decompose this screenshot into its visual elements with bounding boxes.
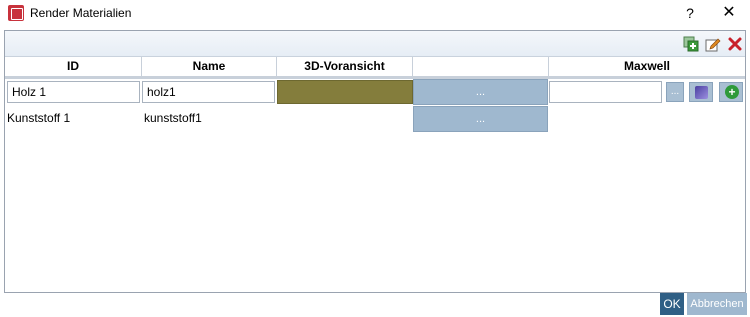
cancel-button[interactable]: Abbrechen	[687, 293, 747, 315]
close-button[interactable]: ✕	[716, 2, 742, 24]
table-row: Kunststoff 1 kunststoff1 ...	[5, 105, 745, 132]
row-action-button[interactable]: ...	[413, 106, 548, 132]
maxwell-browse-button[interactable]: ...	[666, 82, 684, 102]
add-material-button[interactable]: +	[719, 82, 743, 102]
column-header-3d-preview[interactable]: 3D-Voransicht	[277, 57, 413, 76]
id-text[interactable]: Kunststoff 1	[5, 107, 140, 129]
plus-icon: +	[725, 85, 739, 99]
add-icon[interactable]	[683, 36, 699, 52]
preview-color-swatch[interactable]	[277, 80, 413, 104]
column-header-id[interactable]: ID	[5, 57, 142, 76]
row-action-button[interactable]: ...	[413, 79, 548, 105]
app-icon	[8, 5, 24, 21]
material-editor-button[interactable]	[689, 82, 713, 102]
material-icon	[695, 86, 708, 99]
maxwell-field[interactable]	[549, 81, 662, 103]
name-text[interactable]: kunststoff1	[142, 107, 275, 129]
column-header-maxwell[interactable]: Maxwell	[549, 57, 745, 76]
name-field[interactable]: holz1	[142, 81, 275, 103]
toolbar	[5, 31, 745, 57]
window-title: Render Materialien	[30, 6, 132, 20]
table-header: ID Name 3D-Voransicht Maxwell	[5, 57, 745, 79]
materials-panel: ID Name 3D-Voransicht Maxwell Holz 1 hol…	[4, 30, 746, 293]
column-header-blank[interactable]	[413, 57, 549, 76]
id-field[interactable]: Holz 1	[7, 81, 140, 103]
delete-icon[interactable]	[727, 36, 743, 52]
table-row: Holz 1 holz1 ... ... +	[5, 79, 745, 105]
column-header-name[interactable]: Name	[142, 57, 277, 76]
help-button[interactable]: ?	[680, 2, 700, 24]
ok-button[interactable]: OK	[660, 293, 684, 315]
edit-icon[interactable]	[705, 36, 721, 52]
title-bar: Render Materialien ? ✕	[0, 0, 750, 27]
